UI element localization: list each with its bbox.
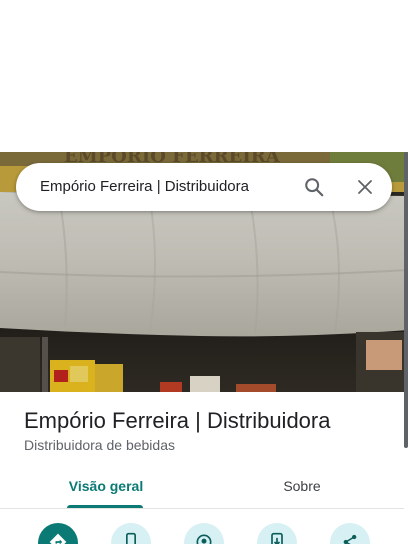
- share-icon: [340, 523, 360, 544]
- action-buttons: [0, 516, 404, 544]
- nearby-button[interactable]: [184, 523, 224, 544]
- nearby-icon: [194, 523, 214, 544]
- tab-bar: Visão geral Sobre: [0, 466, 404, 509]
- directions-button[interactable]: [38, 523, 78, 544]
- place-title: Empório Ferreira | Distribuidora: [24, 408, 331, 433]
- tab-overview[interactable]: Visão geral: [46, 466, 166, 506]
- phone-icon: [121, 523, 141, 544]
- active-tab-indicator: [67, 505, 143, 508]
- send-to-phone-icon: [267, 523, 287, 544]
- directions-icon: [48, 523, 68, 544]
- search-icon[interactable]: [298, 171, 330, 203]
- send-to-phone-button[interactable]: [257, 523, 297, 544]
- call-button[interactable]: [111, 523, 151, 544]
- search-box[interactable]: Empório Ferreira | Distribuidora: [16, 163, 392, 211]
- blank-top-area: [0, 0, 408, 152]
- scrollbar[interactable]: [404, 152, 408, 448]
- place-category[interactable]: Distribuidora de bebidas: [24, 437, 175, 453]
- search-input[interactable]: Empório Ferreira | Distribuidora: [40, 163, 249, 211]
- tab-about[interactable]: Sobre: [242, 466, 362, 506]
- share-button[interactable]: [330, 523, 370, 544]
- close-icon[interactable]: [349, 171, 381, 203]
